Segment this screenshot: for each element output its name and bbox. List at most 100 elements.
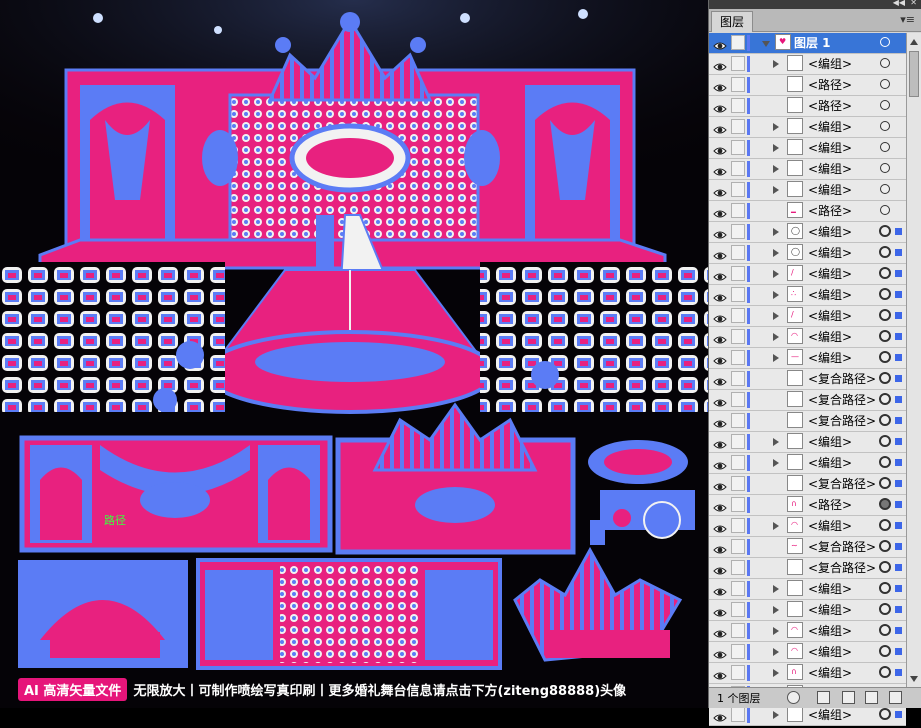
sublayer-row[interactable]: ∼ <复合路径>: [709, 537, 906, 558]
layer-name[interactable]: <路径>: [808, 497, 852, 513]
lock-toggle[interactable]: [731, 539, 745, 554]
layer-name[interactable]: <编组>: [808, 161, 852, 177]
visibility-eye-icon[interactable]: [713, 352, 727, 365]
lock-toggle[interactable]: [731, 581, 745, 596]
lock-toggle[interactable]: [731, 329, 745, 344]
lock-toggle[interactable]: [731, 434, 745, 449]
layer-name[interactable]: <编组>: [808, 182, 852, 198]
target-circle-icon[interactable]: [879, 708, 891, 720]
lock-toggle[interactable]: [731, 350, 745, 365]
visibility-eye-icon[interactable]: [713, 541, 727, 554]
lock-toggle[interactable]: [731, 518, 745, 533]
selection-indicator[interactable]: [895, 249, 902, 256]
sublayer-row[interactable]: / <编组>: [709, 306, 906, 327]
selection-indicator[interactable]: [895, 270, 902, 277]
selection-indicator[interactable]: [895, 375, 902, 382]
selection-indicator[interactable]: [895, 648, 902, 655]
target-circle-icon[interactable]: [880, 37, 890, 47]
sublayer-row[interactable]: <路径>: [709, 75, 906, 96]
layer-name[interactable]: <编组>: [808, 224, 852, 240]
layer-name[interactable]: <编组>: [808, 602, 852, 618]
target-circle-icon[interactable]: [879, 519, 891, 531]
expand-down-icon[interactable]: [762, 41, 770, 47]
expand-right-icon[interactable]: [773, 459, 779, 467]
target-circle-icon[interactable]: [879, 561, 891, 573]
target-circle-icon[interactable]: [879, 456, 891, 468]
lock-toggle[interactable]: [731, 119, 745, 134]
close-panel-icon[interactable]: ✕: [910, 0, 917, 7]
expand-right-icon[interactable]: [773, 291, 779, 299]
layer-name[interactable]: <编组>: [808, 245, 852, 261]
layer-name[interactable]: <编组>: [808, 623, 852, 639]
layer-row[interactable]: ♥ 图层 1: [709, 33, 906, 54]
visibility-eye-icon[interactable]: [713, 562, 727, 575]
layer-name[interactable]: <复合路径>: [808, 476, 876, 492]
lock-toggle[interactable]: [731, 476, 745, 491]
visibility-eye-icon[interactable]: [713, 79, 727, 92]
selection-indicator[interactable]: [895, 627, 902, 634]
expand-right-icon[interactable]: [773, 627, 779, 635]
lock-toggle[interactable]: [731, 245, 745, 260]
target-circle-icon[interactable]: [880, 121, 890, 131]
expand-right-icon[interactable]: [773, 228, 779, 236]
sublayer-row[interactable]: <编组>: [709, 138, 906, 159]
expand-right-icon[interactable]: [773, 711, 779, 719]
layer-name[interactable]: <编组>: [808, 140, 852, 156]
sublayer-row[interactable]: <编组>: [709, 705, 906, 726]
lock-toggle[interactable]: [731, 707, 745, 722]
lock-toggle[interactable]: [731, 602, 745, 617]
expand-right-icon[interactable]: [773, 270, 779, 278]
layer-name[interactable]: <编组>: [808, 266, 852, 282]
sublayer-row[interactable]: ◠ <编组>: [709, 327, 906, 348]
visibility-eye-icon[interactable]: [713, 583, 727, 596]
sublayer-row[interactable]: ∩ <编组>: [709, 663, 906, 684]
target-circle-icon[interactable]: [879, 645, 891, 657]
sublayer-row[interactable]: <路径>: [709, 96, 906, 117]
lock-toggle[interactable]: [731, 56, 745, 71]
sublayer-row[interactable]: <编组>: [709, 432, 906, 453]
expand-right-icon[interactable]: [773, 333, 779, 341]
layer-name[interactable]: <编组>: [808, 518, 852, 534]
visibility-eye-icon[interactable]: [713, 604, 727, 617]
lock-toggle[interactable]: [731, 392, 745, 407]
lock-toggle[interactable]: [731, 665, 745, 680]
artboard-canvas[interactable]: 路径 AI 高清矢量文件 无限放大丨可制作喷绘写真印刷丨更多婚礼舞台信息请点击下…: [0, 0, 708, 708]
visibility-eye-icon[interactable]: [713, 163, 727, 176]
scroll-down-icon[interactable]: [910, 676, 918, 682]
layer-name[interactable]: <编组>: [808, 455, 852, 471]
target-circle-icon[interactable]: [879, 351, 891, 363]
sublayer-row[interactable]: ◠ <编组>: [709, 642, 906, 663]
expand-right-icon[interactable]: [773, 438, 779, 446]
visibility-eye-icon[interactable]: [713, 100, 727, 113]
layer-name[interactable]: <编组>: [808, 119, 852, 135]
sublayer-row[interactable]: / <编组>: [709, 264, 906, 285]
expand-right-icon[interactable]: [773, 144, 779, 152]
target-circle-icon[interactable]: [879, 225, 891, 237]
target-circle-icon[interactable]: [879, 540, 891, 552]
layer-name[interactable]: <复合路径>: [808, 392, 876, 408]
target-circle-icon[interactable]: [879, 309, 891, 321]
layer-name[interactable]: <编组>: [808, 308, 852, 324]
lock-toggle[interactable]: [731, 560, 745, 575]
sublayer-row[interactable]: <编组>: [709, 180, 906, 201]
visibility-eye-icon[interactable]: [713, 667, 727, 680]
sublayer-row[interactable]: <编组>: [709, 453, 906, 474]
selection-indicator[interactable]: [895, 417, 902, 424]
layer-name[interactable]: <编组>: [808, 644, 852, 660]
target-circle-icon[interactable]: [879, 288, 891, 300]
selection-indicator[interactable]: [895, 333, 902, 340]
target-circle-icon[interactable]: [879, 267, 891, 279]
selection-indicator[interactable]: [895, 438, 902, 445]
sublayer-row[interactable]: <复合路径>: [709, 474, 906, 495]
visibility-eye-icon[interactable]: [713, 226, 727, 239]
target-circle-icon[interactable]: [879, 393, 891, 405]
layer-name[interactable]: <编组>: [808, 665, 852, 681]
expand-right-icon[interactable]: [773, 522, 779, 530]
selection-indicator[interactable]: [895, 228, 902, 235]
layer-name[interactable]: <编组>: [808, 329, 852, 345]
lock-toggle[interactable]: [731, 98, 745, 113]
expand-right-icon[interactable]: [773, 669, 779, 677]
lock-toggle[interactable]: [731, 266, 745, 281]
selection-indicator[interactable]: [895, 522, 902, 529]
visibility-eye-icon[interactable]: [713, 205, 727, 218]
